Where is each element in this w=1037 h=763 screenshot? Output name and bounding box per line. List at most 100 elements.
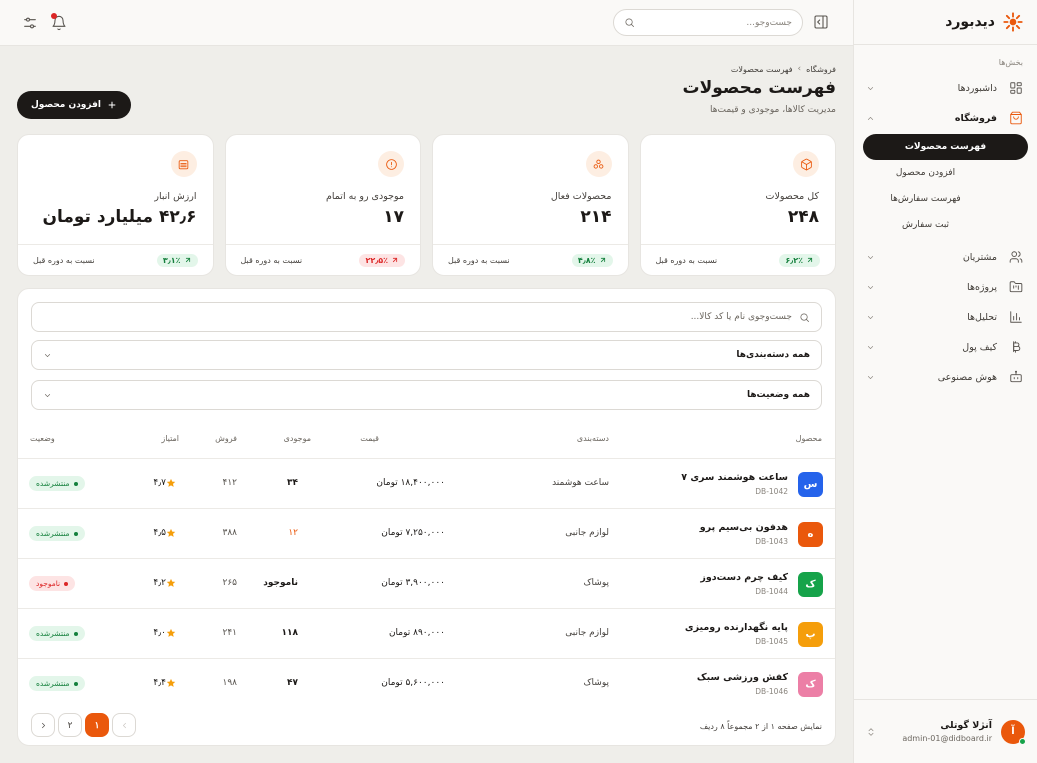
status-dot (73, 631, 78, 636)
product-name[interactable]: ساعت هوشمند سری ۷ (681, 472, 788, 483)
breadcrumb-item-shop[interactable]: فروشگاه (806, 65, 836, 74)
sidebar-item-ai[interactable]: هوش مصنوعی (854, 362, 1037, 392)
status-label: منتشرشده (36, 679, 70, 688)
page-button-1[interactable]: ۱ (85, 713, 109, 737)
user-menu[interactable]: آ آنژلا گوتلی admin-01@didboard.ir (854, 699, 1037, 763)
category-filter-select[interactable]: همه دسته‌بندی‌ها (31, 340, 822, 370)
box-icon (793, 151, 819, 177)
product-rating: ۴٫۴ (153, 678, 180, 688)
rating-value: ۴٫۰ (153, 628, 166, 638)
chevron-down-icon (867, 255, 874, 259)
stat-delta-badge: ۳٫۱٪ (156, 253, 198, 267)
sidebar-item-wallet[interactable]: کیف پول (854, 332, 1037, 362)
status-badge: منتشرشده (29, 476, 85, 491)
star-icon (166, 628, 176, 637)
stat-delta-badge: ۴٫۸٪ (571, 253, 613, 267)
sidebar-item-label: هوش مصنوعی (937, 371, 997, 383)
breadcrumb-separator-icon: › (797, 64, 802, 74)
stat-delta: ۶٫۲٪ (785, 255, 803, 265)
product-name[interactable]: کیف چرم دست‌دوز (700, 572, 788, 583)
search-icon (800, 312, 809, 322)
sidebar-item-shop[interactable]: فروشگاه (854, 103, 1037, 133)
trend-up-arrow-icon (807, 257, 813, 263)
status-label: ناموجود (36, 579, 61, 588)
folder-kanban-icon (1009, 281, 1023, 293)
sidebar-toggle-button[interactable] (813, 14, 829, 30)
column-header-category[interactable]: دسته‌بندی (577, 434, 609, 443)
next-page-button[interactable] (31, 713, 55, 737)
product-sku: DB-1042 (755, 487, 788, 496)
avatar-initial: آ (1011, 726, 1015, 737)
submenu-item-new-order[interactable]: ثبت سفارش (863, 212, 1028, 238)
table-body: س ساعت هوشمند سری ۷ DB-1042 ساعت هوشمند ۱۸,۴… (18, 458, 835, 708)
table-row[interactable]: ک کفش ورزشی سبک DB-1046 پوشاک ۵,۶۰۰,۰۰۰ توما… (18, 658, 835, 708)
global-search[interactable] (613, 9, 803, 36)
add-product-button[interactable]: افزودن محصول (17, 91, 131, 119)
submenu-item-order-list[interactable]: فهرست سفارش‌ها (863, 186, 1028, 212)
product-price: ۱۸,۴۰۰,۰۰۰ تومان (376, 478, 445, 488)
status-filter-select[interactable]: همه وضعیت‌ها (31, 380, 822, 410)
previous-page-button[interactable] (112, 713, 136, 737)
global-search-input[interactable] (641, 17, 792, 28)
star-icon (166, 678, 176, 687)
product-name[interactable]: پایه نگهدارنده رومیزی (685, 622, 788, 633)
settings-button[interactable] (22, 15, 38, 31)
brand[interactable]: دیدبورد (854, 0, 1037, 45)
sliders-icon (24, 17, 36, 29)
page-button-2[interactable]: ۲ (58, 713, 82, 737)
sidebar-item-dashboards[interactable]: داشبوردها (854, 73, 1037, 103)
submenu-item-add-product[interactable]: افزودن محصول (863, 160, 1028, 186)
column-header-sales[interactable]: فروش (215, 434, 237, 443)
table-row[interactable]: س ساعت هوشمند سری ۷ DB-1042 ساعت هوشمند ۱۸,۴… (18, 458, 835, 508)
products-panel: همه دسته‌بندی‌ها همه وضعیت‌ها محصول دسته… (17, 288, 836, 746)
status-badge: منتشرشده (29, 526, 85, 541)
product-search[interactable] (31, 302, 822, 332)
add-product-label: افزودن محصول (31, 100, 101, 110)
stat-value: ۱۷ (383, 207, 404, 227)
product-rating: ۴٫۰ (153, 628, 180, 638)
product-sales: ۱۹۸ (222, 678, 237, 688)
chevron-down-icon (867, 86, 874, 90)
stat-delta: ۴٫۸٪ (577, 255, 596, 265)
product-sales: ۲۶۵ (222, 578, 237, 588)
product-sku: DB-1043 (755, 537, 788, 546)
sidebar-item-label: فروشگاه (954, 112, 997, 124)
notifications-button[interactable] (51, 13, 67, 31)
product-price: ۸۹۰,۰۰۰ تومان (388, 628, 445, 638)
product-price: ۵,۶۰۰,۰۰۰ تومان (381, 678, 445, 688)
product-sales: ۲۴۱ (222, 628, 237, 638)
chevron-down-icon (867, 315, 874, 319)
product-name[interactable]: کفش ورزشی سبک (697, 672, 788, 683)
search-icon (625, 18, 634, 27)
stat-compare-label: نسبت به دوره قبل (448, 255, 510, 265)
product-category: ساعت هوشمند (552, 478, 609, 488)
status-badge: ناموجود (29, 576, 76, 591)
column-header-stock[interactable]: موجودی (284, 434, 311, 443)
submenu-item-product-list[interactable]: فهرست محصولات (863, 134, 1028, 160)
column-header-rating[interactable]: امتیاز (161, 434, 179, 443)
sidebar-item-projects[interactable]: پروژه‌ها (854, 272, 1037, 302)
product-sku: DB-1046 (755, 687, 788, 696)
sidebar-item-customers[interactable]: مشتریان (854, 242, 1037, 272)
table-row[interactable]: پ پایه نگهدارنده رومیزی DB-1045 لوازم جانبی… (18, 608, 835, 658)
breadcrumb: فروشگاه › فهرست محصولات (731, 64, 836, 74)
page-title: فهرست محصولات (682, 78, 837, 98)
chevron-down-icon (44, 393, 51, 397)
table-row[interactable]: ه هدفون بی‌سیم پرو DB-1043 لوازم جانبی ۷,۲۵۰… (18, 508, 835, 558)
column-header-status[interactable]: وضعیت (30, 434, 55, 443)
product-name[interactable]: هدفون بی‌سیم پرو (700, 522, 788, 533)
column-header-product[interactable]: محصول (796, 434, 822, 443)
product-search-input[interactable] (43, 312, 792, 322)
table-row[interactable]: ک کیف چرم دست‌دوز DB-1044 پوشاک ۳,۹۰۰,۰۰۰ تو… (18, 558, 835, 608)
pagination: ۲ ۱ (31, 713, 136, 737)
stat-value: ۲۴۸ (787, 207, 819, 227)
bar-chart-icon (1010, 311, 1022, 323)
column-header-price[interactable]: قیمت (360, 434, 379, 443)
product-initial: ک (805, 679, 816, 690)
sidebar-item-analytics[interactable]: تحلیل‌ها (854, 302, 1037, 332)
product-thumbnail: ک (798, 572, 823, 597)
stat-label: محصولات فعال (550, 191, 612, 202)
bitcoin-icon (1013, 341, 1021, 353)
warehouse-icon (170, 151, 197, 177)
stat-value: ۴۲٫۶ میلیارد تومان (42, 207, 197, 227)
